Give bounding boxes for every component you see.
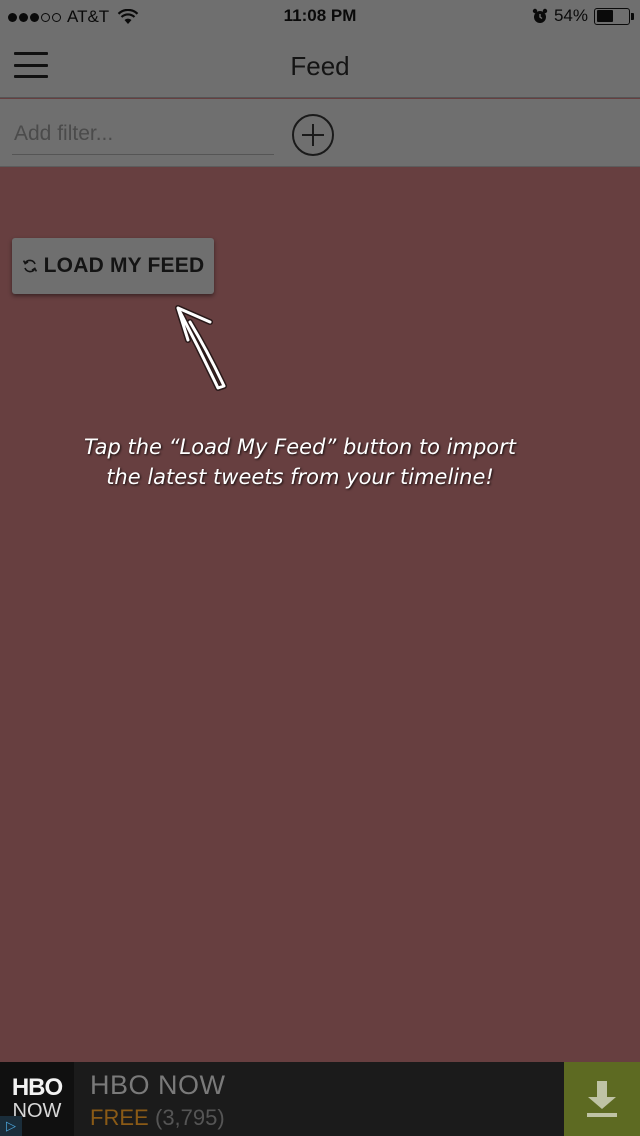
status-bar: AT&T 11:08 PM 54% <box>0 0 640 34</box>
status-right: 54% <box>532 6 634 26</box>
ad-price: FREE <box>90 1105 149 1130</box>
plus-circle-icon[interactable] <box>292 114 334 156</box>
ad-choices-icon[interactable]: ▷ <box>0 1116 22 1136</box>
download-icon <box>587 1081 617 1117</box>
download-button[interactable] <box>564 1062 640 1136</box>
ad-banner[interactable]: HBO NOW ▷ HBO NOW FREE (3,795) <box>0 1062 640 1136</box>
nav-bar: Feed <box>0 34 640 98</box>
hbo-now-logo[interactable]: HBO NOW ▷ <box>0 1062 74 1136</box>
battery-percent: 54% <box>553 6 588 25</box>
instructions-line-2: the latest tweets from your timeline! <box>106 465 494 489</box>
refresh-icon <box>22 259 37 273</box>
alarm-icon <box>532 8 548 23</box>
load-my-feed-button[interactable]: LOAD MY FEED <box>12 238 214 294</box>
load-my-feed-label: LOAD MY FEED <box>43 254 205 277</box>
ad-title: HBO NOW <box>90 1070 226 1100</box>
ad-rating-count: (3,795) <box>155 1105 225 1130</box>
logo-hbo-text: HBO <box>11 1074 63 1101</box>
filter-input[interactable] <box>12 113 274 155</box>
instructions-line-1: Tap the “Load My Feed” button to import <box>84 435 516 459</box>
instructions-text: Tap the “Load My Feed” button to import … <box>40 432 560 492</box>
battery-icon <box>594 7 634 25</box>
page-title: Feed <box>290 51 350 81</box>
hand-drawn-arrow-icon <box>175 305 227 391</box>
battery-fill <box>596 10 614 22</box>
